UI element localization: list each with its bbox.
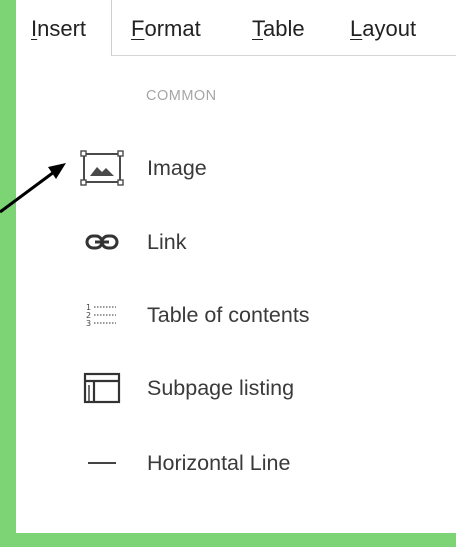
menu-item-horizontal-line-label: Horizontal Line — [147, 451, 291, 475]
menu-layout-mnemonic: L — [350, 16, 363, 41]
menu-layout-label: ayout — [362, 16, 417, 41]
menu-table-mnemonic: T — [252, 16, 263, 41]
menubar-divider — [112, 55, 456, 56]
insert-menu-panel: Insert Format Table Layout COMMON Image — [16, 0, 456, 533]
menu-item-horizontal-line[interactable]: Horizontal Line — [16, 437, 456, 489]
menu-item-image-label: Image — [147, 156, 207, 180]
section-heading-common: COMMON — [146, 88, 217, 104]
menu-item-subpage-listing[interactable]: Subpage listing — [16, 362, 456, 414]
menu-item-table-of-contents[interactable]: 1 2 3 Table of contents — [16, 289, 456, 341]
menu-item-table-of-contents-label: Table of contents — [147, 303, 310, 327]
menu-layout[interactable]: Layout — [350, 16, 416, 42]
menu-insert-label: nsert — [37, 16, 87, 41]
menu-table[interactable]: Table — [252, 16, 305, 42]
horizontal-line-icon — [76, 437, 128, 489]
menu-table-label: able — [263, 16, 305, 41]
menubar: Insert Format Table Layout — [16, 0, 456, 56]
svg-text:3: 3 — [86, 319, 91, 328]
menu-format-mnemonic: F — [131, 16, 145, 41]
table-of-contents-icon: 1 2 3 — [76, 289, 128, 341]
annotation-arrow-icon — [0, 163, 66, 214]
link-icon — [76, 216, 128, 268]
menu-insert[interactable]: Insert — [31, 16, 86, 42]
menu-format-label: ormat — [144, 16, 201, 41]
image-icon — [76, 142, 128, 194]
menu-item-subpage-listing-label: Subpage listing — [147, 376, 295, 400]
menu-item-link-label: Link — [147, 230, 187, 254]
menu-item-image[interactable]: Image — [16, 142, 456, 194]
subpage-listing-icon — [76, 362, 128, 414]
menu-item-link[interactable]: Link — [16, 216, 456, 268]
menu-format[interactable]: Format — [131, 16, 201, 42]
